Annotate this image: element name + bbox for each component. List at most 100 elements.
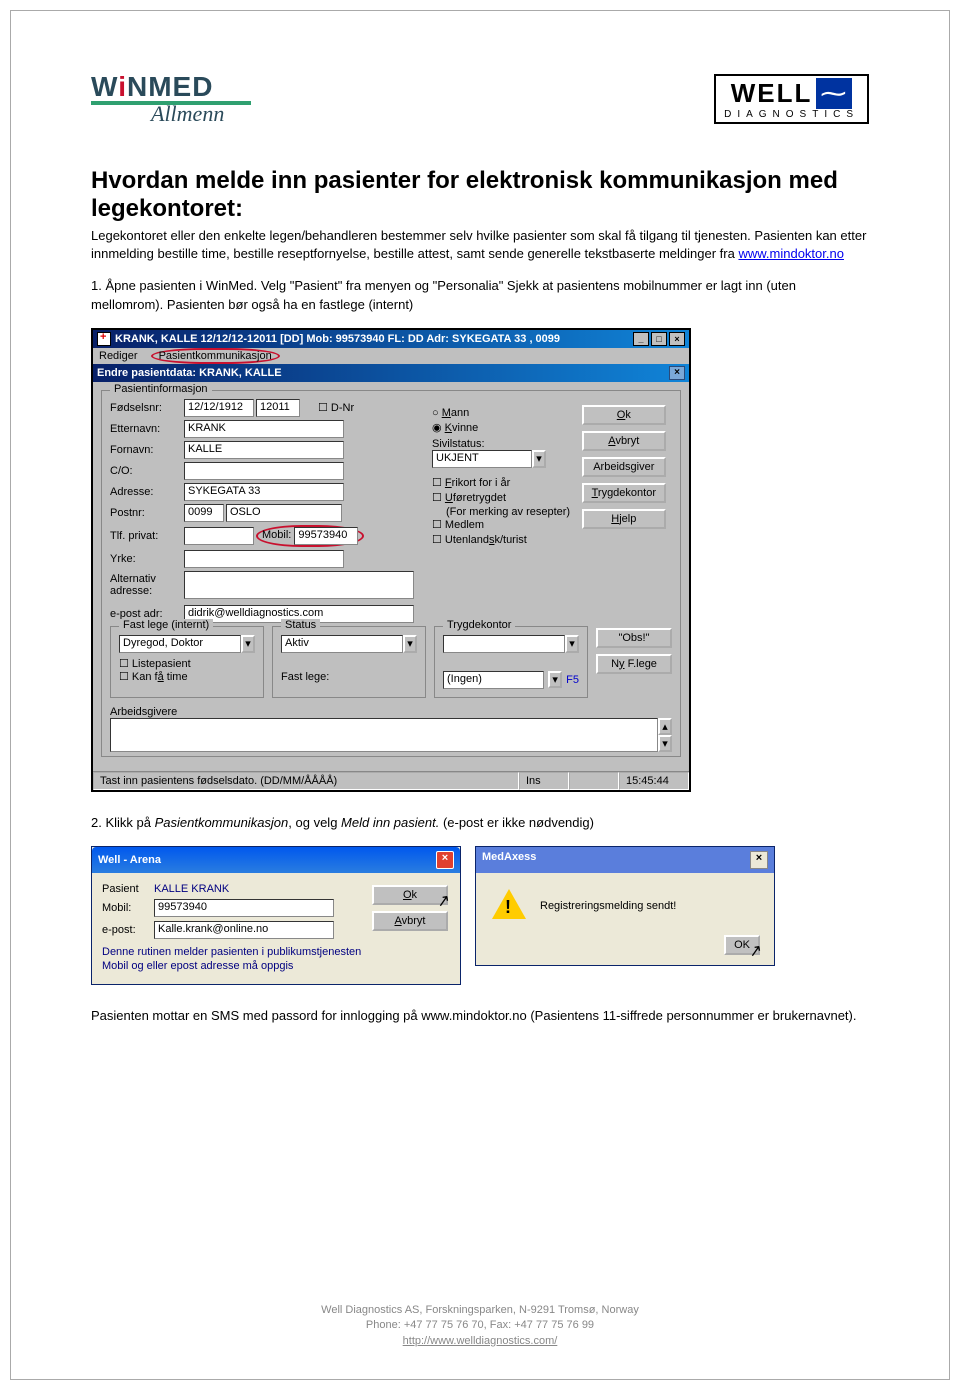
legend-fastlege: Fast lege (internt)	[119, 619, 213, 631]
logo-well-main: WELL	[731, 78, 813, 109]
logo-winmed: WiNMED Allmenn	[91, 71, 251, 127]
input-mobil2[interactable]: 99573940	[154, 899, 334, 917]
input-fornavn[interactable]: KALLE	[184, 441, 344, 459]
check-kanfatime[interactable]: ☐ Kan få time	[119, 670, 255, 683]
legend-status: Status	[281, 619, 320, 631]
trygdekontor-button[interactable]: Trygdekontor	[582, 483, 666, 503]
logo-well: WELL⁓ DIAGNOSTICS	[714, 74, 869, 124]
step-1: 1. Åpne pasienten i WinMed. Velg "Pasien…	[91, 277, 869, 313]
dialog-titlebar: Endre pasientdata: KRANK, KALLE ×	[93, 364, 689, 382]
select-sivilstatus[interactable]: UKJENT	[432, 450, 532, 468]
check-uforetrygdet[interactable]: ☐ Uføretrygdet	[432, 491, 570, 504]
input-epost2[interactable]: Kalle.krank@online.no	[154, 921, 334, 939]
label-ufor-sub: (For merking av resepter)	[446, 506, 570, 518]
maximize-icon[interactable]: □	[651, 332, 667, 346]
dialog-close-icon[interactable]: ×	[669, 366, 685, 380]
medaxess-close-icon[interactable]: ×	[750, 851, 768, 869]
header-logos: WiNMED Allmenn WELL⁓ DIAGNOSTICS	[91, 71, 869, 127]
screenshot-wellarena: Well - Arena × Ok Avbryt PasientKALLE KR…	[91, 846, 869, 985]
select-status[interactable]: Aktiv	[281, 635, 403, 653]
label-fornavn: Fornavn:	[110, 444, 184, 456]
page-title: Hvordan melde inn pasienter for elektron…	[91, 167, 869, 223]
window-titlebar: KRANK, KALLE 12/12/12-12011 [DD] Mob: 99…	[93, 330, 689, 348]
wellarena-ok-button[interactable]: Ok	[372, 885, 448, 905]
screenshot-winmed: KRANK, KALLE 12/12/12-12011 [DD] Mob: 99…	[91, 328, 869, 792]
label-f5: F5	[566, 674, 579, 686]
list-arbeidsgivere[interactable]	[110, 718, 658, 752]
label-yrke: Yrke:	[110, 553, 184, 565]
status-ins: Ins	[519, 772, 569, 790]
page-footer: Well Diagnostics AS, Forskningsparken, N…	[11, 1303, 949, 1349]
select-trygdekontor[interactable]	[443, 635, 565, 653]
intro-link[interactable]: www.mindoktor.no	[738, 246, 844, 261]
input-poststed[interactable]: OSLO	[226, 504, 342, 522]
check-dnr[interactable]: ☐ D-Nr	[318, 401, 354, 414]
radio-mann[interactable]: ○ Mann	[432, 407, 570, 419]
label-co: C/O:	[110, 465, 184, 477]
input-etternavn[interactable]: KRANK	[184, 420, 344, 438]
menu-rediger[interactable]: Rediger	[99, 350, 138, 362]
dropdown-arrow-icon[interactable]: ▾	[565, 635, 579, 653]
dropdown-arrow-icon[interactable]: ▾	[548, 671, 562, 688]
arbeidsgiver-button[interactable]: Arbeidsgiver	[582, 457, 666, 477]
label-fastlege2: Fast lege:	[281, 671, 329, 683]
check-listepasient[interactable]: ☐ Listepasient	[119, 657, 255, 670]
status-empty	[569, 772, 619, 790]
legend-trygdekontor: Trygdekontor	[443, 619, 515, 631]
logo-well-sub: DIAGNOSTICS	[724, 109, 859, 120]
avbryt-button[interactable]: Avbryt	[582, 431, 666, 451]
footer-link[interactable]: http://www.welldiagnostics.com/	[403, 1335, 558, 1347]
hjelp-button[interactable]: Hjelp	[582, 509, 666, 529]
label-tlfprivat: Tlf. privat:	[110, 530, 184, 542]
minimize-icon[interactable]: _	[633, 332, 649, 346]
footer-line1: Well Diagnostics AS, Forskningsparken, N…	[11, 1303, 949, 1318]
wellarena-note1: Denne rutinen melder pasienten i publiku…	[102, 945, 450, 959]
ok-button[interactable]: Ok	[582, 405, 666, 425]
check-medlem[interactable]: ☐ Medlem	[432, 518, 570, 531]
medaxess-ok-button[interactable]: OK	[724, 935, 760, 955]
input-postnr[interactable]: 0099	[184, 504, 224, 522]
statusbar: Tast inn pasientens fødselsdato. (DD/MM/…	[93, 771, 689, 790]
dropdown-arrow-icon[interactable]: ▾	[241, 635, 255, 653]
dropdown-arrow-icon[interactable]: ▾	[403, 635, 417, 653]
input-altadresse[interactable]	[184, 571, 414, 599]
label-pasient: Pasient	[102, 883, 154, 895]
input-mobil[interactable]: 99573940	[294, 527, 358, 545]
warning-icon	[492, 889, 526, 923]
menu-pasientkommunikasjon[interactable]: Pasientkommunikasjon	[151, 348, 280, 364]
input-yrke[interactable]	[184, 550, 344, 568]
intro-text: Legekontoret eller den enkelte legen/beh…	[91, 227, 869, 263]
wellarena-note2: Mobil og eller epost adresse må oppgis	[102, 959, 450, 973]
wellarena-close-icon[interactable]: ×	[436, 851, 454, 869]
close-icon[interactable]: ×	[669, 332, 685, 346]
input-tlfprivat[interactable]	[184, 527, 254, 545]
input-adresse[interactable]: SYKEGATA 33	[184, 483, 344, 501]
radio-kvinne[interactable]: ◉ Kvinne	[432, 421, 570, 434]
dialog-title: Endre pasientdata: KRANK, KALLE	[97, 367, 282, 379]
medaxess-title: MedAxess	[482, 851, 536, 869]
input-co[interactable]	[184, 462, 344, 480]
check-frikort[interactable]: ☐ Frikort for i år	[432, 476, 570, 489]
input-fodselsnr[interactable]: 12011	[256, 399, 300, 417]
label-mobil2: Mobil:	[102, 902, 154, 914]
select-fastlege[interactable]: Dyregod, Doktor	[119, 635, 241, 653]
wellarena-title: Well - Arena	[98, 854, 161, 866]
label-altadresse: Alternativ adresse:	[110, 573, 184, 597]
spin-up-icon[interactable]: ▴	[658, 718, 672, 735]
obs-button[interactable]: "Obs!"	[596, 628, 672, 648]
app-icon	[97, 332, 111, 346]
dropdown-arrow-icon[interactable]: ▾	[532, 450, 546, 468]
ny-flege-button[interactable]: Ny F.lege	[596, 654, 672, 674]
select-fastlege-ekstern[interactable]: (Ingen)	[443, 671, 544, 689]
input-fodselsdato[interactable]: 12/12/1912	[184, 399, 254, 417]
footer-line2: Phone: +47 77 75 76 70, Fax: +47 77 75 7…	[11, 1318, 949, 1333]
label-adresse: Adresse:	[110, 486, 184, 498]
check-utenlandsk[interactable]: ☐ Utenlandsk/turist	[432, 533, 570, 546]
wellarena-avbryt-button[interactable]: Avbryt	[372, 911, 448, 931]
status-time: 15:45:44	[619, 772, 689, 790]
spin-down-icon[interactable]: ▾	[658, 735, 672, 752]
legend-arbeidsgivere: Arbeidsgivere	[110, 706, 672, 718]
medaxess-message: Registreringsmelding sendt!	[540, 900, 676, 912]
medaxess-titlebar: MedAxess ×	[476, 847, 774, 873]
step-2: 2. Klikk på Pasientkommunikasjon, og vel…	[91, 814, 869, 832]
